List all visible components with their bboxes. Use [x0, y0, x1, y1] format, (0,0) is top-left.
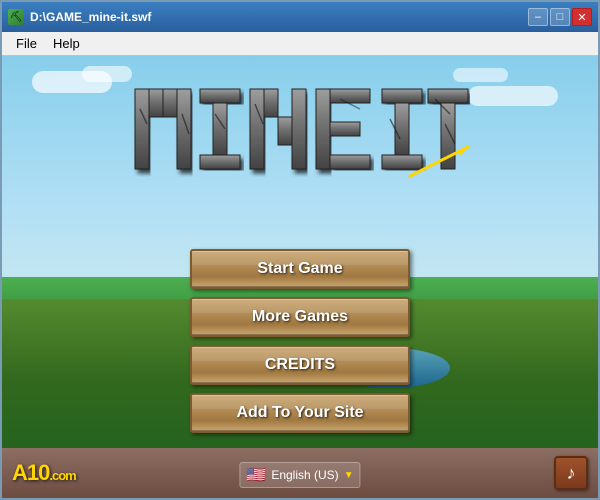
add-to-site-button[interactable]: Add To Your Site	[190, 393, 410, 433]
game-logo	[130, 74, 470, 184]
minimize-button[interactable]: –	[528, 8, 548, 26]
a10-logo-area: A10.com	[12, 462, 76, 484]
a10-logo-text: A10.com	[12, 462, 76, 484]
menu-file[interactable]: File	[8, 34, 45, 53]
start-game-button[interactable]: Start Game	[190, 249, 410, 289]
a10-com-text: .com	[49, 468, 75, 483]
app-window: ⛏ D:\GAME_mine-it.swf – □ ✕ File Help	[0, 0, 600, 500]
more-games-button[interactable]: More Games	[190, 297, 410, 337]
maximize-button[interactable]: □	[550, 8, 570, 26]
language-selector[interactable]: 🇺🇸 English (US) ▼	[239, 462, 360, 488]
cloud-2	[82, 66, 132, 82]
window-controls: – □ ✕	[528, 8, 592, 26]
music-button[interactable]: ♪	[554, 456, 588, 490]
credits-button[interactable]: CREDITS	[190, 345, 410, 385]
bottom-bar: A10.com 🇺🇸 English (US) ▼ ♪	[2, 448, 598, 498]
title-bar-left: ⛏ D:\GAME_mine-it.swf	[8, 9, 151, 25]
game-area: Start Game More Games CREDITS Add To You…	[2, 56, 598, 498]
window-title: D:\GAME_mine-it.swf	[30, 10, 151, 24]
app-icon: ⛏	[8, 9, 24, 25]
lang-dropdown-arrow: ▼	[344, 470, 354, 481]
close-button[interactable]: ✕	[572, 8, 592, 26]
title-bar: ⛏ D:\GAME_mine-it.swf – □ ✕	[2, 2, 598, 32]
logo-svg	[130, 74, 470, 179]
language-label: English (US)	[271, 468, 338, 482]
menu-bar: File Help	[2, 32, 598, 56]
buttons-container: Start Game More Games CREDITS Add To You…	[190, 249, 410, 433]
menu-help[interactable]: Help	[45, 34, 88, 53]
cloud-3	[468, 86, 558, 106]
flag-icon: 🇺🇸	[246, 465, 266, 485]
music-note-icon: ♪	[567, 463, 576, 484]
a10-text: A10	[12, 460, 49, 485]
